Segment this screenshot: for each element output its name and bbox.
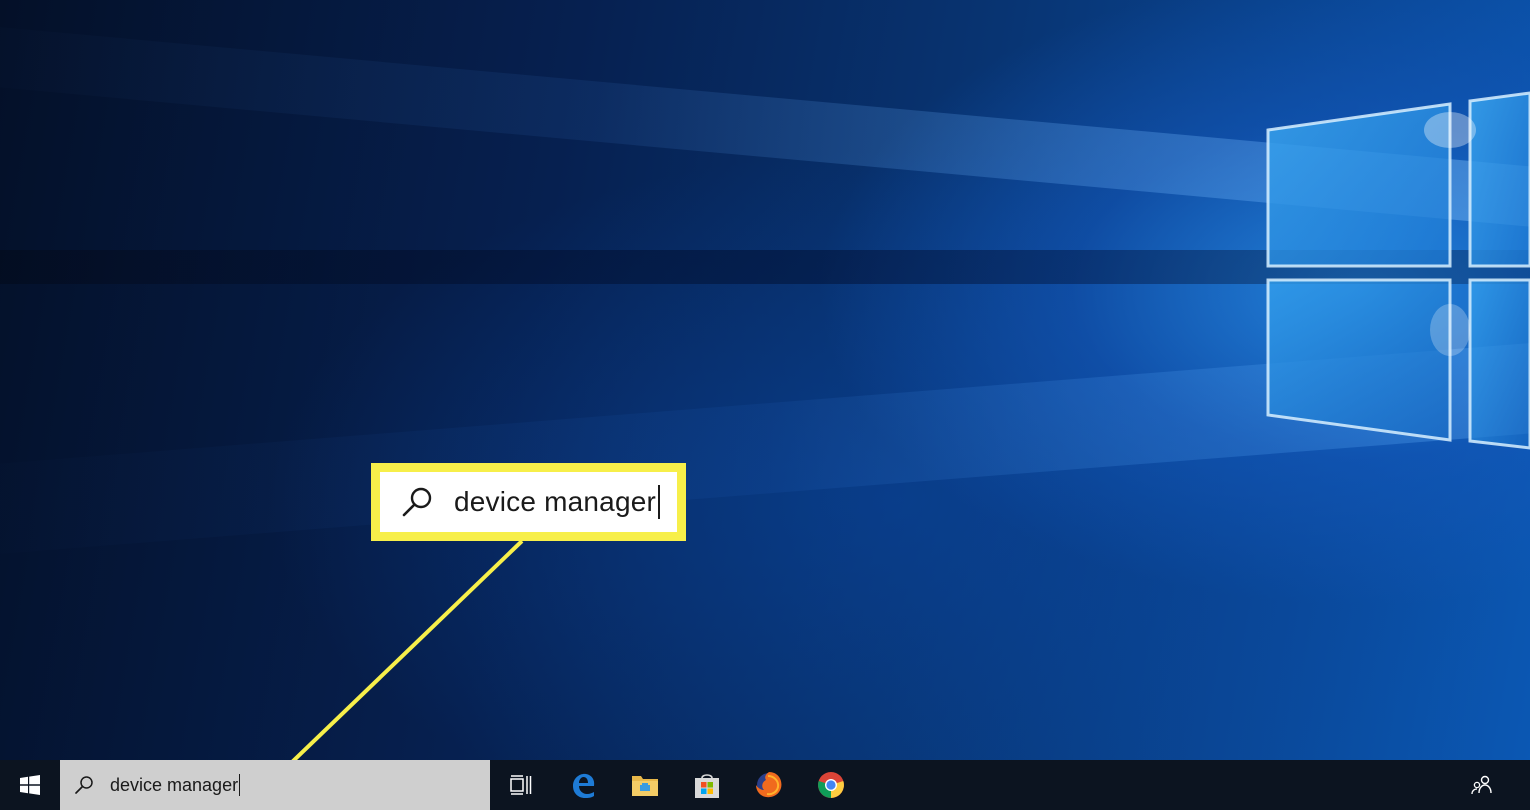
firefox-icon	[754, 770, 784, 800]
firefox-button[interactable]	[738, 760, 800, 810]
search-callout-box: device manager	[380, 472, 677, 532]
search-callout-query: device manager	[454, 486, 657, 517]
search-icon	[74, 775, 94, 795]
search-icon	[400, 485, 434, 519]
windows-wallpaper-logo	[1266, 91, 1530, 450]
chrome-button[interactable]	[800, 760, 862, 810]
file-explorer-icon	[631, 772, 659, 798]
task-view-icon	[510, 775, 532, 795]
store-button[interactable]	[676, 760, 738, 810]
text-caret	[239, 774, 241, 796]
chrome-icon	[817, 771, 845, 799]
text-caret	[658, 485, 661, 519]
search-callout: device manager	[371, 463, 686, 541]
taskbar-search-box[interactable]: device manager	[60, 760, 490, 810]
search-input[interactable]: device manager	[110, 775, 238, 796]
edge-button[interactable]	[552, 760, 614, 810]
store-icon	[693, 771, 721, 799]
taskbar: device manager	[0, 760, 1530, 810]
start-button[interactable]	[0, 760, 60, 810]
people-button[interactable]	[1462, 760, 1502, 810]
task-view-button[interactable]	[490, 760, 552, 810]
desktop: device manager device manager	[0, 0, 1530, 810]
edge-icon	[569, 771, 597, 799]
people-icon	[1471, 775, 1493, 795]
windows-logo-icon	[20, 775, 40, 795]
file-explorer-button[interactable]	[614, 760, 676, 810]
